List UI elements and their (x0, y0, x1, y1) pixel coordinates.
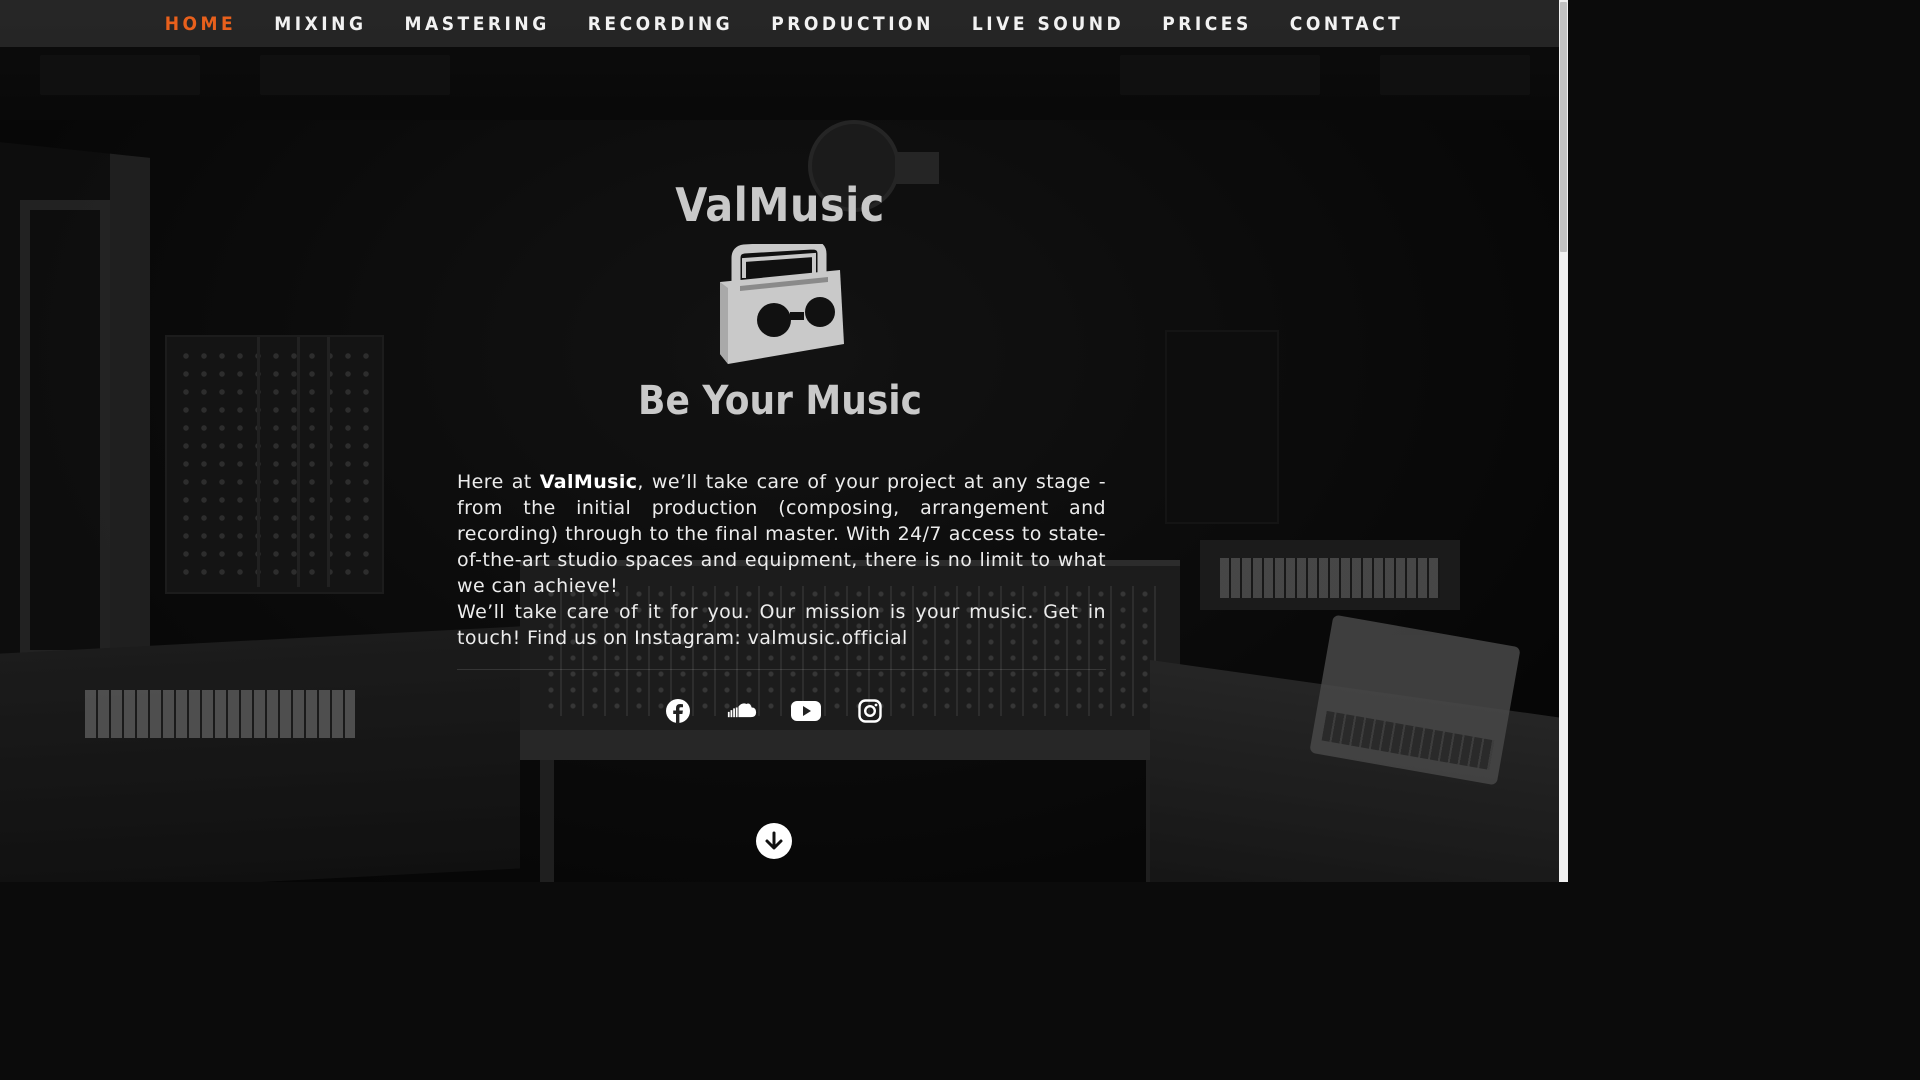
scrollbar[interactable] (1559, 0, 1568, 882)
social-links (0, 696, 1548, 726)
nav-item-production[interactable]: PRODUCTION (771, 13, 934, 35)
intro-paragraph-2: We’ll take care of it for you. Our missi… (457, 601, 1106, 649)
tagline: Be Your Music (638, 378, 922, 424)
studio-background (0, 0, 1568, 882)
nav-items: HOME MIXING MASTERING RECORDING PRODUCTI… (146, 13, 1423, 35)
nav-item-prices[interactable]: PRICES (1162, 13, 1252, 35)
boombox-icon (716, 240, 848, 368)
intro-brand: ValMusic (539, 471, 638, 493)
intro-text: Here at ValMusic, we’ll take care of you… (457, 469, 1106, 651)
facebook-icon[interactable] (663, 696, 693, 726)
brand-name: ValMusic (675, 178, 885, 232)
scrollbar-thumb[interactable] (1560, 2, 1567, 252)
nav-item-home[interactable]: HOME (165, 13, 237, 35)
main-nav: HOME MIXING MASTERING RECORDING PRODUCTI… (0, 0, 1568, 47)
youtube-icon[interactable] (791, 696, 821, 726)
nav-item-recording[interactable]: RECORDING (588, 13, 733, 35)
arrow-down-circle-icon[interactable] (756, 823, 792, 859)
nav-item-contact[interactable]: CONTACT (1290, 13, 1404, 35)
nav-item-mixing[interactable]: MIXING (274, 13, 366, 35)
nav-item-mastering[interactable]: MASTERING (404, 13, 549, 35)
intro-paragraph-1: Here at ValMusic, we’ll take care of you… (457, 471, 1106, 597)
divider (457, 669, 1106, 670)
instagram-icon[interactable] (855, 696, 885, 726)
nav-item-live-sound[interactable]: LIVE SOUND (972, 13, 1124, 35)
soundcloud-icon[interactable] (727, 696, 757, 726)
